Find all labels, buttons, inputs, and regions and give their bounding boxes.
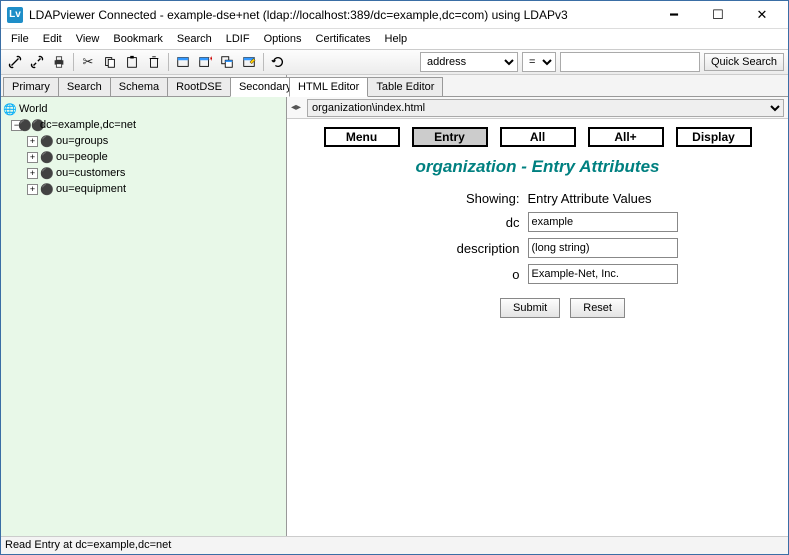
tree[interactable]: 🌐 World − ⚫⚫ dc=example,dc=net + ⚫ ou=gr…	[1, 97, 286, 536]
tab-primary[interactable]: Primary	[3, 77, 59, 96]
tab-schema[interactable]: Schema	[110, 77, 168, 96]
nav-display-button[interactable]: Display	[676, 127, 752, 147]
nav-allplus-button[interactable]: All+	[588, 127, 664, 147]
rename-icon[interactable]	[239, 52, 259, 72]
tree-label: dc=example,dc=net	[40, 119, 136, 131]
tree-label: ou=people	[56, 151, 108, 163]
nav-button-row: Menu Entry All All+ Display	[301, 127, 774, 147]
separator	[168, 53, 169, 71]
window-title: LDAPviewer Connected - example-dse+net (…	[29, 8, 652, 22]
expand-icon[interactable]: +	[27, 184, 38, 195]
copy-icon[interactable]	[100, 52, 120, 72]
tree-child[interactable]: + ⚫ ou=groups	[3, 133, 284, 149]
quick-search-button[interactable]: Quick Search	[704, 53, 784, 71]
tab-search[interactable]: Search	[58, 77, 111, 96]
titlebar: Lv LDAPviewer Connected - example-dse+ne…	[1, 1, 788, 29]
nav-all-button[interactable]: All	[500, 127, 576, 147]
expand-icon[interactable]: +	[27, 136, 38, 147]
attr-label: description	[398, 241, 528, 256]
menu-bookmark[interactable]: Bookmark	[107, 31, 169, 47]
tab-table-editor[interactable]: Table Editor	[367, 77, 443, 96]
tree-label: ou=customers	[56, 167, 125, 179]
tree-root[interactable]: 🌐 World	[3, 101, 284, 117]
reset-button[interactable]: Reset	[570, 298, 625, 318]
svg-text:✶: ✶	[209, 55, 213, 63]
menu-options[interactable]: Options	[258, 31, 308, 47]
app-icon: Lv	[7, 7, 23, 23]
minimize-button[interactable]: ━	[652, 2, 696, 28]
left-tabs: Primary Search Schema RootDSE Secondary	[1, 75, 286, 97]
attr-label: dc	[398, 215, 528, 230]
search-attr-select[interactable]: address	[420, 52, 518, 72]
maximize-button[interactable]: ☐	[696, 2, 740, 28]
tree-child[interactable]: + ⚫ ou=customers	[3, 165, 284, 181]
node-icon: ⚫	[40, 135, 54, 148]
new-entry-icon[interactable]: ✶	[195, 52, 215, 72]
node-icon: ⚫	[40, 183, 54, 196]
tree-label: ou=equipment	[56, 183, 126, 195]
tree-label: ou=groups	[56, 135, 108, 147]
right-panel: HTML Editor Table Editor ◂▸ organization…	[287, 75, 788, 536]
attr-input-description[interactable]	[528, 238, 678, 258]
attr-input-o[interactable]	[528, 264, 678, 284]
tab-rootdse[interactable]: RootDSE	[167, 77, 231, 96]
node-icon: ⚫	[40, 167, 54, 180]
expand-icon[interactable]: +	[27, 152, 38, 163]
new-window-icon[interactable]	[173, 52, 193, 72]
menu-help[interactable]: Help	[379, 31, 414, 47]
menu-ldif[interactable]: LDIF	[220, 31, 256, 47]
status-bar: Read Entry at dc=example,dc=net	[1, 536, 788, 554]
right-tabs: HTML Editor Table Editor	[287, 75, 788, 97]
menu-file[interactable]: File	[5, 31, 35, 47]
menubar: File Edit View Bookmark Search LDIF Opti…	[1, 29, 788, 49]
separator	[263, 53, 264, 71]
tree-base[interactable]: − ⚫⚫ dc=example,dc=net	[3, 117, 284, 133]
node-icon: ⚫	[40, 151, 54, 164]
search-value-input[interactable]	[560, 52, 700, 72]
separator	[73, 53, 74, 71]
search-op-select[interactable]: =	[522, 52, 556, 72]
cut-icon[interactable]: ✂	[78, 52, 98, 72]
menu-certificates[interactable]: Certificates	[310, 31, 377, 47]
tree-child[interactable]: + ⚫ ou=equipment	[3, 181, 284, 197]
left-panel: Primary Search Schema RootDSE Secondary …	[1, 75, 287, 536]
form-row-showing: Showing: Entry Attribute Values	[301, 191, 774, 206]
close-button[interactable]: ✕	[740, 2, 784, 28]
showing-label: Showing:	[398, 191, 528, 206]
expand-icon[interactable]: +	[27, 168, 38, 179]
form-row: description	[301, 238, 774, 258]
tab-html-editor[interactable]: HTML Editor	[289, 77, 368, 97]
path-nav-icon[interactable]: ◂▸	[291, 102, 307, 113]
connect-icon[interactable]	[5, 52, 25, 72]
delete-icon[interactable]	[144, 52, 164, 72]
content-area: Menu Entry All All+ Display organization…	[287, 119, 788, 536]
menu-edit[interactable]: Edit	[37, 31, 68, 47]
menu-search[interactable]: Search	[171, 31, 218, 47]
print-icon[interactable]	[49, 52, 69, 72]
attr-input-dc[interactable]	[528, 212, 678, 232]
globe-icon: 🌐	[3, 103, 17, 116]
submit-button[interactable]: Submit	[500, 298, 560, 318]
toolbar: ✂ ✶ address = Quick Search	[1, 49, 788, 75]
node-icon: ⚫⚫	[24, 119, 38, 132]
menu-view[interactable]: View	[70, 31, 106, 47]
showing-value: Entry Attribute Values	[528, 191, 678, 206]
duplicate-icon[interactable]	[217, 52, 237, 72]
disconnect-icon[interactable]	[27, 52, 47, 72]
tree-label: World	[19, 103, 48, 115]
form-row: o	[301, 264, 774, 284]
form-row: dc	[301, 212, 774, 232]
path-select[interactable]: organization\index.html	[307, 99, 784, 117]
refresh-icon[interactable]	[268, 52, 288, 72]
nav-menu-button[interactable]: Menu	[324, 127, 400, 147]
section-title: organization - Entry Attributes	[301, 157, 774, 177]
submit-row: Submit Reset	[301, 298, 774, 318]
nav-entry-button[interactable]: Entry	[412, 127, 488, 147]
tree-child[interactable]: + ⚫ ou=people	[3, 149, 284, 165]
path-row: ◂▸ organization\index.html	[287, 97, 788, 119]
attr-label: o	[398, 267, 528, 282]
paste-icon[interactable]	[122, 52, 142, 72]
